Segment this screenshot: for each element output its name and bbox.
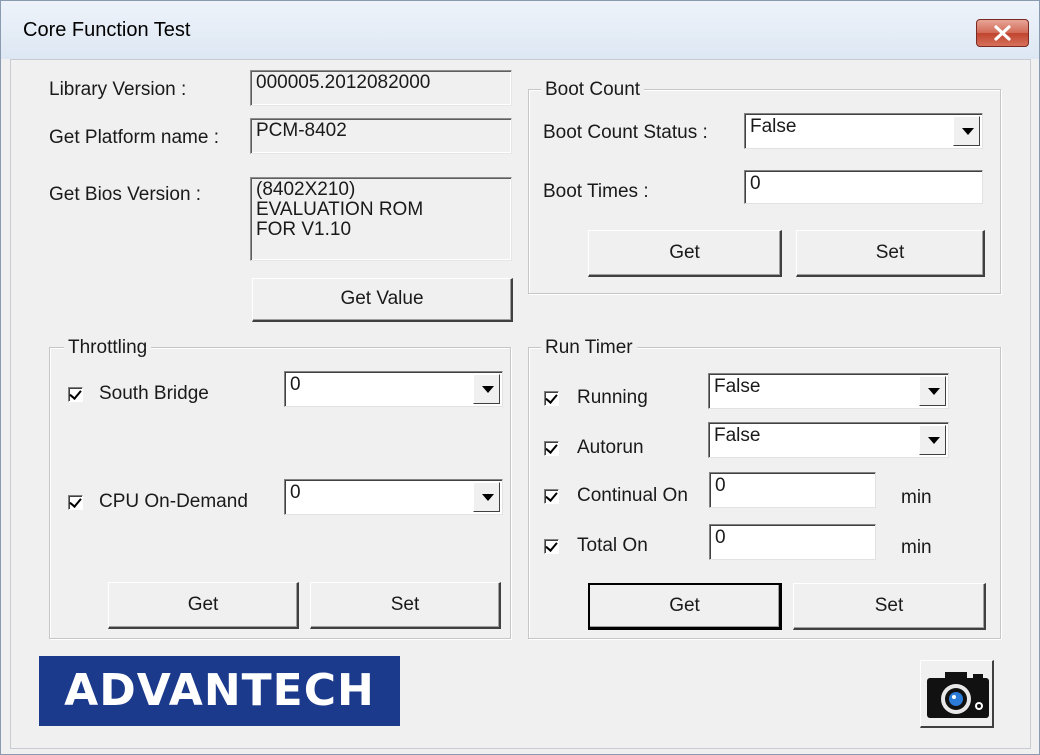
bios-version-label: Get Bios Version : xyxy=(49,184,202,205)
library-version-label: Library Version : xyxy=(49,79,187,100)
chevron-down-icon xyxy=(962,128,974,135)
throttling-title: Throttling xyxy=(64,337,152,359)
running-checkbox[interactable] xyxy=(544,391,559,406)
south-bridge-value: 0 xyxy=(290,374,301,395)
dropdown-arrow[interactable] xyxy=(919,376,946,406)
checkmark-icon xyxy=(545,441,558,454)
checkmark-icon xyxy=(69,387,82,400)
checkmark-icon xyxy=(545,539,558,552)
advantech-logo: ADVANTECH xyxy=(39,656,400,726)
running-select[interactable]: False xyxy=(708,373,949,409)
snapshot-button[interactable] xyxy=(920,660,994,728)
south-bridge-checkbox[interactable] xyxy=(68,387,83,402)
run-timer-set-button[interactable]: Set xyxy=(793,583,986,630)
throttling-get-label: Get xyxy=(187,594,219,615)
chevron-down-icon xyxy=(928,388,940,395)
boot-count-title: Boot Count xyxy=(541,79,645,101)
total-on-label[interactable]: Total On xyxy=(577,535,648,557)
bios-version-value: (8402X210) EVALUATION ROM FOR V1.10 xyxy=(250,177,512,261)
boot-count-get-label: Get xyxy=(669,242,700,263)
chevron-down-icon xyxy=(928,437,940,444)
close-button[interactable] xyxy=(976,19,1029,47)
run-timer-title: Run Timer xyxy=(541,337,637,359)
platform-name-label: Get Platform name : xyxy=(49,127,220,148)
boot-count-get-button[interactable]: Get xyxy=(588,230,782,277)
run-timer-get-button[interactable]: Get xyxy=(588,583,782,630)
cpu-on-demand-select[interactable]: 0 xyxy=(284,479,503,515)
throttling-get-button[interactable]: Get xyxy=(108,582,299,629)
checkmark-icon xyxy=(545,489,558,502)
library-version-value: 000005.2012082000 xyxy=(250,70,512,106)
south-bridge-select[interactable]: 0 xyxy=(284,371,503,407)
boot-times-field[interactable]: 0 xyxy=(744,170,983,204)
chevron-down-icon xyxy=(482,386,494,393)
cpu-on-demand-value: 0 xyxy=(290,482,301,503)
title-bar[interactable]: Core Function Test xyxy=(1,1,1039,59)
cpu-on-demand-label[interactable]: CPU On-Demand xyxy=(99,491,248,513)
total-on-field[interactable]: 0 xyxy=(709,524,876,560)
boot-count-status-value: False xyxy=(750,116,797,137)
run-timer-set-label: Set xyxy=(874,595,904,616)
close-icon xyxy=(994,25,1011,41)
run-timer-get-label: Get xyxy=(669,595,700,616)
boot-times-label: Boot Times : xyxy=(543,181,649,202)
throttling-set-button[interactable]: Set xyxy=(310,582,501,629)
dropdown-arrow[interactable] xyxy=(919,425,946,455)
total-on-unit: min xyxy=(901,537,932,558)
get-value-button-label: Get Value xyxy=(340,288,424,309)
autorun-label[interactable]: Autorun xyxy=(577,437,644,459)
autorun-checkbox[interactable] xyxy=(544,441,559,456)
window-title: Core Function Test xyxy=(23,19,191,41)
continual-on-label[interactable]: Continual On xyxy=(577,485,688,507)
continual-on-unit: min xyxy=(901,487,932,508)
boot-count-set-label: Set xyxy=(875,242,905,263)
get-value-button[interactable]: Get Value xyxy=(252,278,513,322)
boot-count-set-button[interactable]: Set xyxy=(796,230,985,277)
camera-icon xyxy=(927,672,989,718)
platform-name-value: PCM-8402 xyxy=(250,118,512,154)
autorun-value: False xyxy=(714,425,761,446)
total-on-checkbox[interactable] xyxy=(544,539,559,554)
south-bridge-label[interactable]: South Bridge xyxy=(99,383,209,405)
running-label[interactable]: Running xyxy=(577,387,648,409)
boot-count-status-label: Boot Count Status : xyxy=(543,122,708,143)
dialog-client: Library Version : 000005.2012082000 Get … xyxy=(10,59,1031,749)
checkmark-icon xyxy=(69,495,82,508)
dropdown-arrow[interactable] xyxy=(953,116,980,146)
running-value: False xyxy=(714,376,761,397)
checkmark-icon xyxy=(545,391,558,404)
app-window: Core Function Test Library Version : 000… xyxy=(0,0,1040,755)
continual-on-field[interactable]: 0 xyxy=(709,472,876,508)
autorun-select[interactable]: False xyxy=(708,422,949,458)
chevron-down-icon xyxy=(482,494,494,501)
dropdown-arrow[interactable] xyxy=(473,482,500,512)
boot-count-status-select[interactable]: False xyxy=(744,113,983,149)
dropdown-arrow[interactable] xyxy=(473,374,500,404)
cpu-on-demand-checkbox[interactable] xyxy=(68,495,83,510)
throttling-set-label: Set xyxy=(390,594,420,615)
continual-on-checkbox[interactable] xyxy=(544,489,559,504)
